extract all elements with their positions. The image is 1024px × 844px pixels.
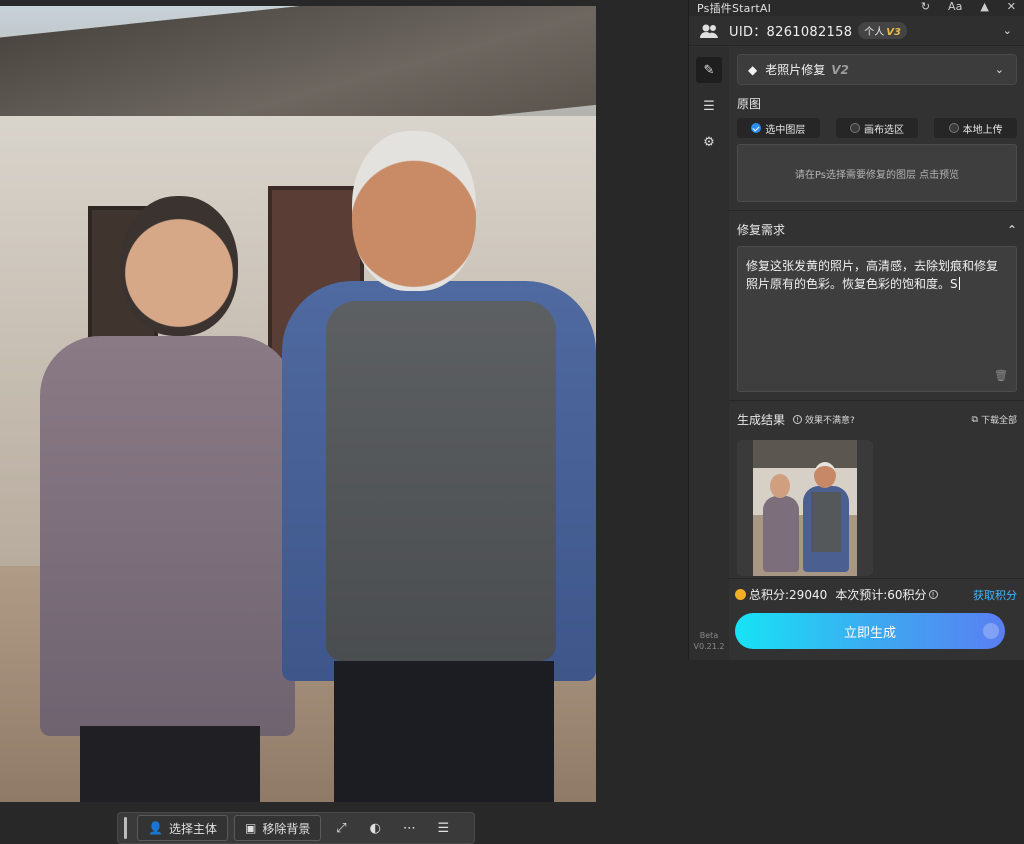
generate-indicator-icon [983,623,999,639]
woman-body [40,336,295,736]
text-caret [958,277,960,290]
users-icon [700,24,718,38]
total-points: 总积分:29040 [749,588,828,602]
requirement-textarea[interactable]: 修复这张发黄的照片，高清感，去除划痕和修复照片原有的色彩。恢复色彩的饱和度。S … [737,246,1017,392]
radio-checked-icon [751,123,762,133]
drag-handle[interactable] [124,817,127,839]
person-icon: 👤 [148,821,163,835]
account-row[interactable]: UID：8261082158 个人 V3 ⌄ [689,16,1024,46]
man-legs [334,661,554,802]
panel-title: Ps插件StartAI [697,2,772,15]
download-all-button[interactable]: ⧉ 下载全部 [971,413,1017,427]
generate-button[interactable]: 立即生成 [735,613,1005,649]
source-tab-canvas-selection[interactable]: 画布选区 [835,118,919,138]
canvas-image[interactable] [0,6,596,802]
trash-icon[interactable]: 🗑 [994,367,1008,385]
divider [729,210,1024,211]
panel-content: ◆ 老照片修复 V2 ⌄ 原图 选中图层 画布选区 本地上传 请在Ps选择需要修… [729,47,1024,576]
source-tabs: 选中图层 画布选区 本地上传 [737,118,1018,138]
layers-icon[interactable]: ☰ [696,93,722,119]
panel-footer: 总积分:29040 本次预计:60积分 ! 获取积分 立即生成 [729,578,1024,660]
coin-icon [735,589,746,600]
photo-woman [40,196,295,802]
version-info: Beta V0.21.2 [689,630,729,652]
estimated-points: 本次预计:60积分 [835,588,927,602]
gear-icon[interactable]: ⚙ [696,129,722,155]
photo-man [282,131,596,802]
version-number: V0.21.2 [693,642,725,651]
radio-icon [850,123,860,133]
remove-background-label: 移除背景 [262,821,311,836]
mode-name: 老照片修复 [765,63,826,77]
adjustment-icon[interactable]: ◐ [361,815,389,841]
image-icon: ▣ [244,821,257,835]
font-size-icon[interactable]: Aa [948,0,962,13]
titlebar-controls: ↻ Aa ▲ ✕ [921,0,1016,13]
source-hint: 请在Ps选择需要修复的图层 点击预览 [794,169,960,181]
contextual-task-bar: 👤 选择主体 ▣ 移除背景 ⤢ ◐ ⋯ ☰ [117,812,475,844]
uid-text: UID：8261082158 [729,25,853,40]
unsatisfied-label: 效果不满意? [805,416,855,426]
thumb-roof [753,440,857,468]
chevron-down-icon[interactable]: ⌄ [1003,24,1012,37]
man-head [352,131,476,291]
source-tab-local-upload[interactable]: 本地上传 [934,118,1018,138]
close-icon[interactable]: ✕ [1007,0,1016,13]
info-icon[interactable]: ! [928,590,938,599]
divider [729,400,1024,401]
plan-badge: 个人 V3 [858,22,907,39]
source-tab-label: 本地上传 [962,124,1003,136]
plan-level: V3 [886,27,901,38]
man-vest [326,301,556,661]
result-label: 生成结果 [737,413,786,427]
mode-version: V2 [831,62,849,77]
transform-icon[interactable]: ⤢ [327,815,355,841]
get-points-link[interactable]: 获取积分 [973,587,1017,603]
generate-label: 立即生成 [843,625,896,641]
unsatisfied-link[interactable]: ! 效果不满意? [793,413,855,426]
radio-icon [948,123,959,133]
result-header: 生成结果 ! 效果不满意? ⧉ 下载全部 [737,411,1017,428]
requirement-label: 修复需求 [737,223,786,237]
requirement-header[interactable]: 修复需求 ⌃ [737,221,1017,238]
points-row: 总积分:29040 本次预计:60积分 ! 获取积分 [735,586,1017,603]
result-image [753,440,857,576]
source-tab-label: 画布选区 [864,124,904,136]
edit-tool-icon[interactable]: ✎ [696,57,722,83]
thumb-woman [763,496,799,572]
thumb-man-head [814,462,836,488]
select-subject-label: 选择主体 [168,821,217,836]
result-thumbnail[interactable] [737,440,873,576]
source-label: 原图 [737,97,762,111]
remove-background-button[interactable]: ▣ 移除背景 [233,815,322,841]
source-preview-box[interactable]: 请在Ps选择需要修复的图层 点击预览 [737,144,1017,202]
more-icon[interactable]: ⋯ [395,815,423,841]
chevron-up-icon[interactable]: ⌃ [1007,223,1017,237]
photoshop-workspace: 👤 选择主体 ▣ 移除背景 ⤢ ◐ ⋯ ☰ Ps插件StartAI ↻ Aa ▲… [0,0,1024,844]
plan-name: 个人 [864,27,885,38]
woman-legs [80,726,260,802]
startai-plugin-panel: Ps插件StartAI ↻ Aa ▲ ✕ UID：8261082158 个人 V3… [688,0,1024,660]
eraser-icon: ◆ [748,62,758,77]
download-all-label: 下载全部 [980,416,1017,426]
panel-titlebar: Ps插件StartAI ↻ Aa ▲ ✕ [689,0,1024,16]
requirement-text: 修复这张发黄的照片，高清感，去除划痕和修复照片原有的色彩。恢复色彩的饱和度。S [746,259,999,291]
woman-head [120,196,238,336]
settings-sliders-icon[interactable]: ☰ [429,815,457,841]
thumb-woman-head [770,474,790,498]
info-icon: ! [793,415,803,424]
chevron-down-icon: ⌄ [994,63,1004,76]
mode-dropdown[interactable]: ◆ 老照片修复 V2 ⌄ [737,54,1017,85]
select-subject-button[interactable]: 👤 选择主体 [137,815,228,841]
thumb-man-vest [811,492,841,552]
source-tab-label: 选中图层 [765,124,806,136]
side-rail: ✎ ☰ ⚙ Beta V0.21.2 [689,47,729,660]
source-tab-selected-layer[interactable]: 选中图层 [737,118,820,138]
bell-icon[interactable]: ▲ [980,0,988,13]
version-beta: Beta [699,631,719,640]
copy-icon: ⧉ [971,414,978,425]
refresh-icon[interactable]: ↻ [921,0,930,13]
